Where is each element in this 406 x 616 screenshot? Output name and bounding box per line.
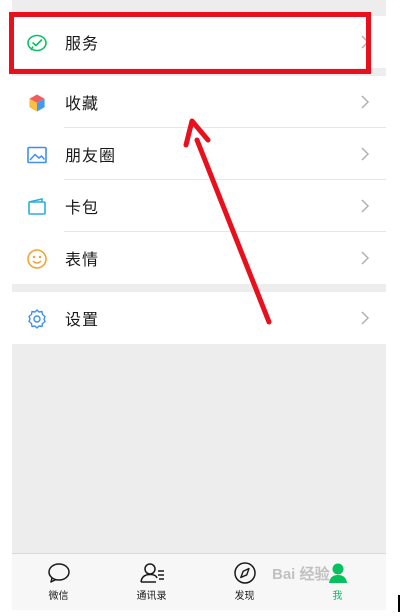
- tab-label: 我: [332, 591, 343, 602]
- highlight-box: [9, 12, 371, 74]
- chevron-right-icon: [361, 95, 370, 109]
- tab-contacts[interactable]: 通讯录: [105, 554, 198, 610]
- baidu-watermark: Bai 经验: [272, 566, 330, 583]
- menu-item-label: 收藏: [65, 94, 100, 113]
- chevron-right-icon: [361, 147, 370, 161]
- menu-item-label: 表情: [65, 250, 100, 269]
- tab-chats[interactable]: 微信: [12, 554, 105, 610]
- tab-label: 微信: [48, 591, 69, 602]
- card-wallet-icon: [28, 198, 46, 215]
- menu-item-card-wallet[interactable]: 卡包: [12, 180, 386, 232]
- chevron-right-icon: [361, 199, 370, 213]
- menu-item-stickers[interactable]: 表情: [12, 232, 386, 284]
- top-strip: [12, 0, 386, 8]
- smiley-icon: [27, 249, 47, 269]
- chevron-right-icon: [361, 311, 370, 325]
- menu-item-label: 卡包: [65, 198, 100, 217]
- text-cursor: [398, 595, 400, 612]
- menu-item-moments[interactable]: 朋友圈: [12, 128, 386, 180]
- tab-label: 发现: [234, 591, 255, 602]
- menu-item-label: 设置: [65, 310, 100, 329]
- chevron-right-icon: [361, 251, 370, 265]
- cube-favorites-icon: [28, 93, 46, 113]
- compass-icon: [234, 562, 256, 584]
- gear-icon: [28, 309, 46, 329]
- contacts-icon: [140, 563, 164, 583]
- chat-bubble-icon: [48, 563, 70, 583]
- menu-item-label: 朋友圈: [65, 146, 117, 165]
- tab-label: 通讯录: [136, 591, 167, 602]
- image-moments-icon: [27, 146, 47, 164]
- menu-item-settings[interactable]: 设置: [12, 292, 386, 344]
- menu-item-favorites[interactable]: 收藏: [12, 76, 386, 128]
- me-page: 服务 收藏 朋友圈 卡包 表情 设置 微信 通讯录 发现 我: [12, 0, 386, 610]
